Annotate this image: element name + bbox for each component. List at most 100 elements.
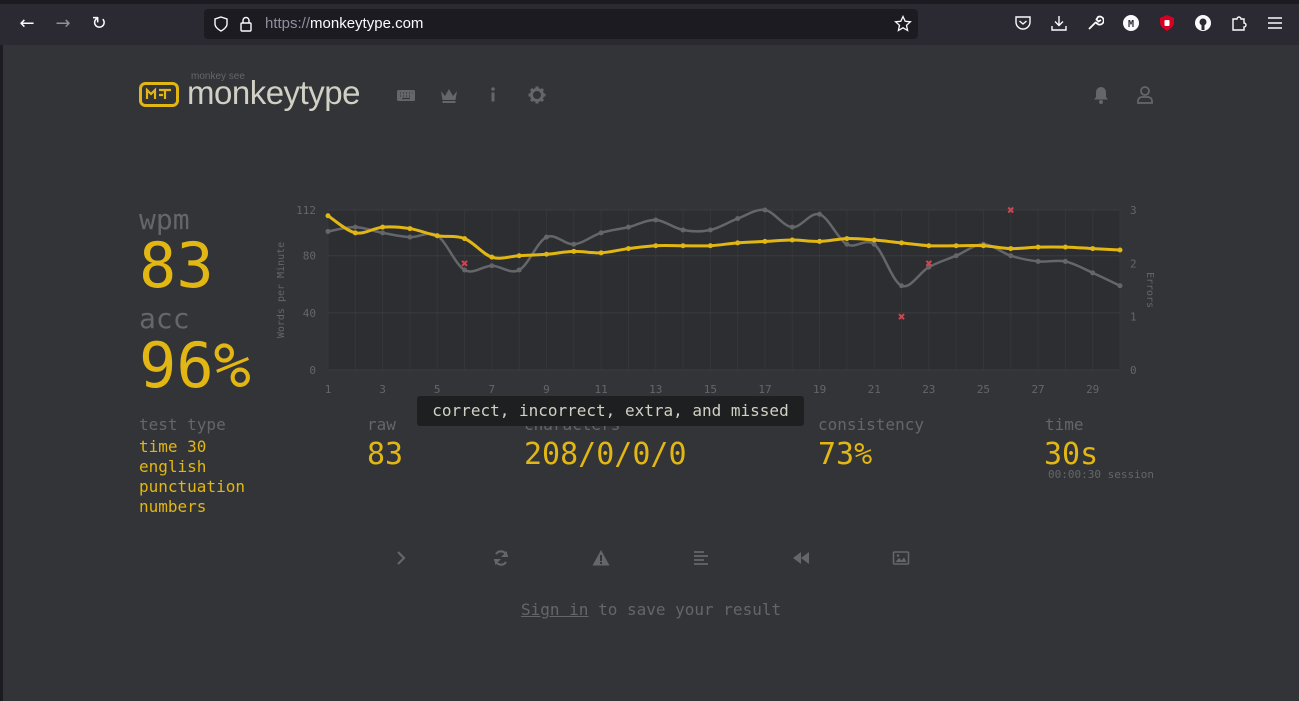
x-tick-label: 19 xyxy=(813,383,826,396)
time-value[interactable]: 30s xyxy=(1044,437,1098,472)
y2-tick-label: 0 xyxy=(1130,364,1137,377)
chart-plot-area xyxy=(328,210,1120,370)
data-point-wpm xyxy=(462,236,468,242)
menu-hamburger-icon[interactable] xyxy=(1266,14,1284,32)
forward-button[interactable]: → xyxy=(51,12,75,36)
x-tick-label: 29 xyxy=(1086,383,1099,396)
data-point-raw xyxy=(871,241,877,247)
data-point-wpm xyxy=(980,243,986,249)
x-tick-label: 21 xyxy=(868,383,881,396)
extensions-puzzle-icon[interactable] xyxy=(1230,14,1248,32)
lock-icon[interactable] xyxy=(239,16,253,32)
x-tick-label: 7 xyxy=(489,383,496,396)
raw-value[interactable]: 83 xyxy=(367,437,403,472)
data-point-wpm xyxy=(844,236,850,242)
next-test-chevron-icon[interactable] xyxy=(392,549,410,567)
data-point-wpm xyxy=(1117,247,1123,253)
url-text: https://monkeytype.com xyxy=(265,15,423,32)
data-point-raw xyxy=(653,217,659,223)
extension-m-icon[interactable]: M xyxy=(1122,14,1140,32)
y2-tick-label: 2 xyxy=(1130,257,1137,270)
data-point-wpm xyxy=(735,240,741,246)
x-tick-label: 5 xyxy=(434,383,441,396)
session-time: 00:00:30 session xyxy=(1048,468,1154,481)
consistency-label: consistency xyxy=(818,415,924,434)
data-point-raw xyxy=(735,216,741,222)
y2-axis-title: Errors xyxy=(1144,272,1155,308)
characters-value[interactable]: 208/0/0/0 xyxy=(524,437,687,472)
data-point-raw xyxy=(1090,270,1096,276)
y-axis-title: Words per Minute xyxy=(276,242,287,338)
data-point-wpm xyxy=(407,226,413,232)
data-point-raw xyxy=(899,283,905,289)
warning-triangle-icon[interactable] xyxy=(592,549,610,567)
y-tick-label: 80 xyxy=(303,250,316,263)
browser-toolbar: ← → ↻ https://monkeytype.com M xyxy=(0,0,1299,45)
data-point-raw xyxy=(1035,258,1041,264)
sign-in-link[interactable]: Sign in xyxy=(521,600,588,619)
acc-value[interactable]: 96% xyxy=(139,332,251,400)
wpm-value[interactable]: 83 xyxy=(139,232,214,300)
ublock-icon[interactable] xyxy=(1158,14,1176,32)
data-point-raw xyxy=(1008,253,1014,259)
downloads-icon[interactable] xyxy=(1050,14,1068,32)
url-host: monkeytype.com xyxy=(310,15,424,32)
x-tick-label: 17 xyxy=(758,383,771,396)
data-point-wpm xyxy=(789,237,795,243)
test-type-language[interactable]: english xyxy=(139,457,206,476)
x-tick-label: 27 xyxy=(1031,383,1044,396)
data-point-wpm xyxy=(1090,246,1096,252)
data-point-raw xyxy=(325,228,331,234)
replay-rewind-icon[interactable] xyxy=(792,549,810,567)
screenshot-image-icon[interactable] xyxy=(892,549,910,567)
y-tick-label: 112 xyxy=(296,204,316,217)
sign-in-prompt: Sign in to save your result xyxy=(521,600,781,619)
words-history-icon[interactable] xyxy=(692,549,710,567)
shield-icon[interactable] xyxy=(213,16,229,32)
x-tick-label: 25 xyxy=(977,383,990,396)
data-point-raw xyxy=(598,230,604,236)
notifications-bell-icon[interactable] xyxy=(1091,85,1111,105)
x-tick-label: 9 xyxy=(543,383,550,396)
data-point-raw xyxy=(516,267,522,273)
data-point-raw xyxy=(571,241,577,247)
characters-tooltip: correct, incorrect, extra, and missed xyxy=(417,396,804,426)
tab-strip xyxy=(0,0,1299,4)
address-bar[interactable]: https://monkeytype.com xyxy=(204,9,918,39)
data-point-raw xyxy=(762,207,768,213)
x-tick-label: 3 xyxy=(379,383,386,396)
data-point-raw xyxy=(844,241,850,247)
github-icon[interactable] xyxy=(1194,14,1212,32)
crown-icon[interactable] xyxy=(439,85,459,105)
back-button[interactable]: ← xyxy=(15,12,39,36)
data-point-wpm xyxy=(653,243,659,249)
data-point-wpm xyxy=(1062,244,1068,250)
monkeytype-logo-icon[interactable] xyxy=(139,82,179,107)
pocket-icon[interactable] xyxy=(1014,14,1032,32)
y2-tick-label: 1 xyxy=(1130,311,1137,324)
reload-button[interactable]: ↻ xyxy=(87,12,111,36)
consistency-value[interactable]: 73% xyxy=(818,437,872,472)
raw-label: raw xyxy=(367,415,396,434)
data-point-wpm xyxy=(380,224,386,230)
logo-text[interactable]: monkeytype xyxy=(187,74,360,112)
settings-gear-icon[interactable] xyxy=(527,85,547,105)
data-point-wpm xyxy=(625,246,631,252)
bookmark-star-icon[interactable] xyxy=(894,15,912,33)
svg-text:M: M xyxy=(1128,19,1134,30)
wpm-chart[interactable]: 0408011201231 3 5 7 9 11 13 15 17 19 21 23 25 27 29Wor… xyxy=(270,195,1170,400)
repeat-test-icon[interactable] xyxy=(492,549,510,567)
y2-tick-label: 3 xyxy=(1130,204,1137,217)
wrench-icon[interactable] xyxy=(1086,14,1104,32)
data-point-wpm xyxy=(543,251,549,257)
keyboard-icon[interactable] xyxy=(396,85,416,105)
data-point-raw xyxy=(380,230,386,236)
test-type-punctuation: punctuation xyxy=(139,477,245,496)
data-point-raw xyxy=(407,234,413,240)
data-point-wpm xyxy=(1035,244,1041,250)
y-tick-label: 40 xyxy=(303,307,316,320)
time-label: time xyxy=(1045,415,1084,434)
info-icon[interactable] xyxy=(483,85,503,105)
account-user-icon[interactable] xyxy=(1135,85,1155,105)
x-tick-label: 23 xyxy=(922,383,935,396)
